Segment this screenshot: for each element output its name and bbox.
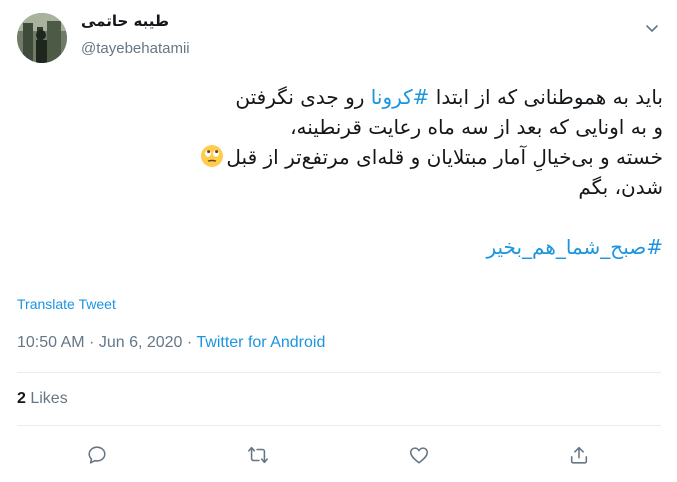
tweet-date[interactable]: Jun 6, 2020	[99, 334, 183, 351]
author-handle[interactable]: @tayebehatamii	[81, 40, 190, 57]
share-icon[interactable]	[567, 443, 591, 467]
divider	[17, 372, 661, 373]
tweet-line-1: باید به هموطنانی که از ابتدا #کرونا رو ج…	[17, 82, 663, 112]
tweet-time[interactable]: 10:50 AM	[17, 334, 85, 351]
tweet-text: باید به هموطنانی که از ابتدا #کرونا رو ج…	[17, 82, 663, 262]
face-with-rolling-eyes-icon	[201, 145, 224, 167]
tweet-line-4: شدن، بگم	[578, 175, 663, 199]
translate-tweet-link[interactable]: Translate Tweet	[17, 296, 116, 312]
hashtag-link[interactable]: #صبح_شما_هم_بخیر	[17, 232, 663, 262]
tweet-text-segment: خسته و بی‌خیالِ آمار مبتلایان و قله‌ای م…	[226, 145, 663, 169]
meta-separator: ·	[182, 334, 197, 351]
like-icon[interactable]	[407, 443, 431, 467]
author-name[interactable]: طیبه حاتمی	[81, 12, 169, 30]
tweet-line-2: و به اونایی که بعد از سه ماه رعایت قرنطی…	[290, 115, 663, 139]
tweet-text-segment: رو جدی نگرفتن	[235, 85, 371, 109]
tweet-line-3: خسته و بی‌خیالِ آمار مبتلایان و قله‌ای م…	[17, 142, 663, 172]
tweet-source-link[interactable]: Twitter for Android	[196, 334, 325, 351]
reply-icon[interactable]	[85, 443, 109, 467]
likes-number: 2	[17, 390, 26, 407]
likes-count[interactable]: 2 Likes	[17, 390, 68, 408]
likes-label: Likes	[25, 390, 68, 407]
tweet-text-segment: باید به هموطنانی که از ابتدا	[429, 85, 663, 109]
hashtag-link[interactable]: #کرونا	[371, 85, 430, 109]
chevron-down-icon[interactable]	[640, 16, 664, 40]
action-bar	[0, 443, 677, 467]
avatar[interactable]	[17, 13, 67, 63]
meta-separator: ·	[84, 334, 99, 351]
tweet-meta: 10:50 AM · Jun 6, 2020 · Twitter for And…	[17, 334, 325, 352]
retweet-icon[interactable]	[246, 443, 270, 467]
divider	[17, 425, 661, 426]
